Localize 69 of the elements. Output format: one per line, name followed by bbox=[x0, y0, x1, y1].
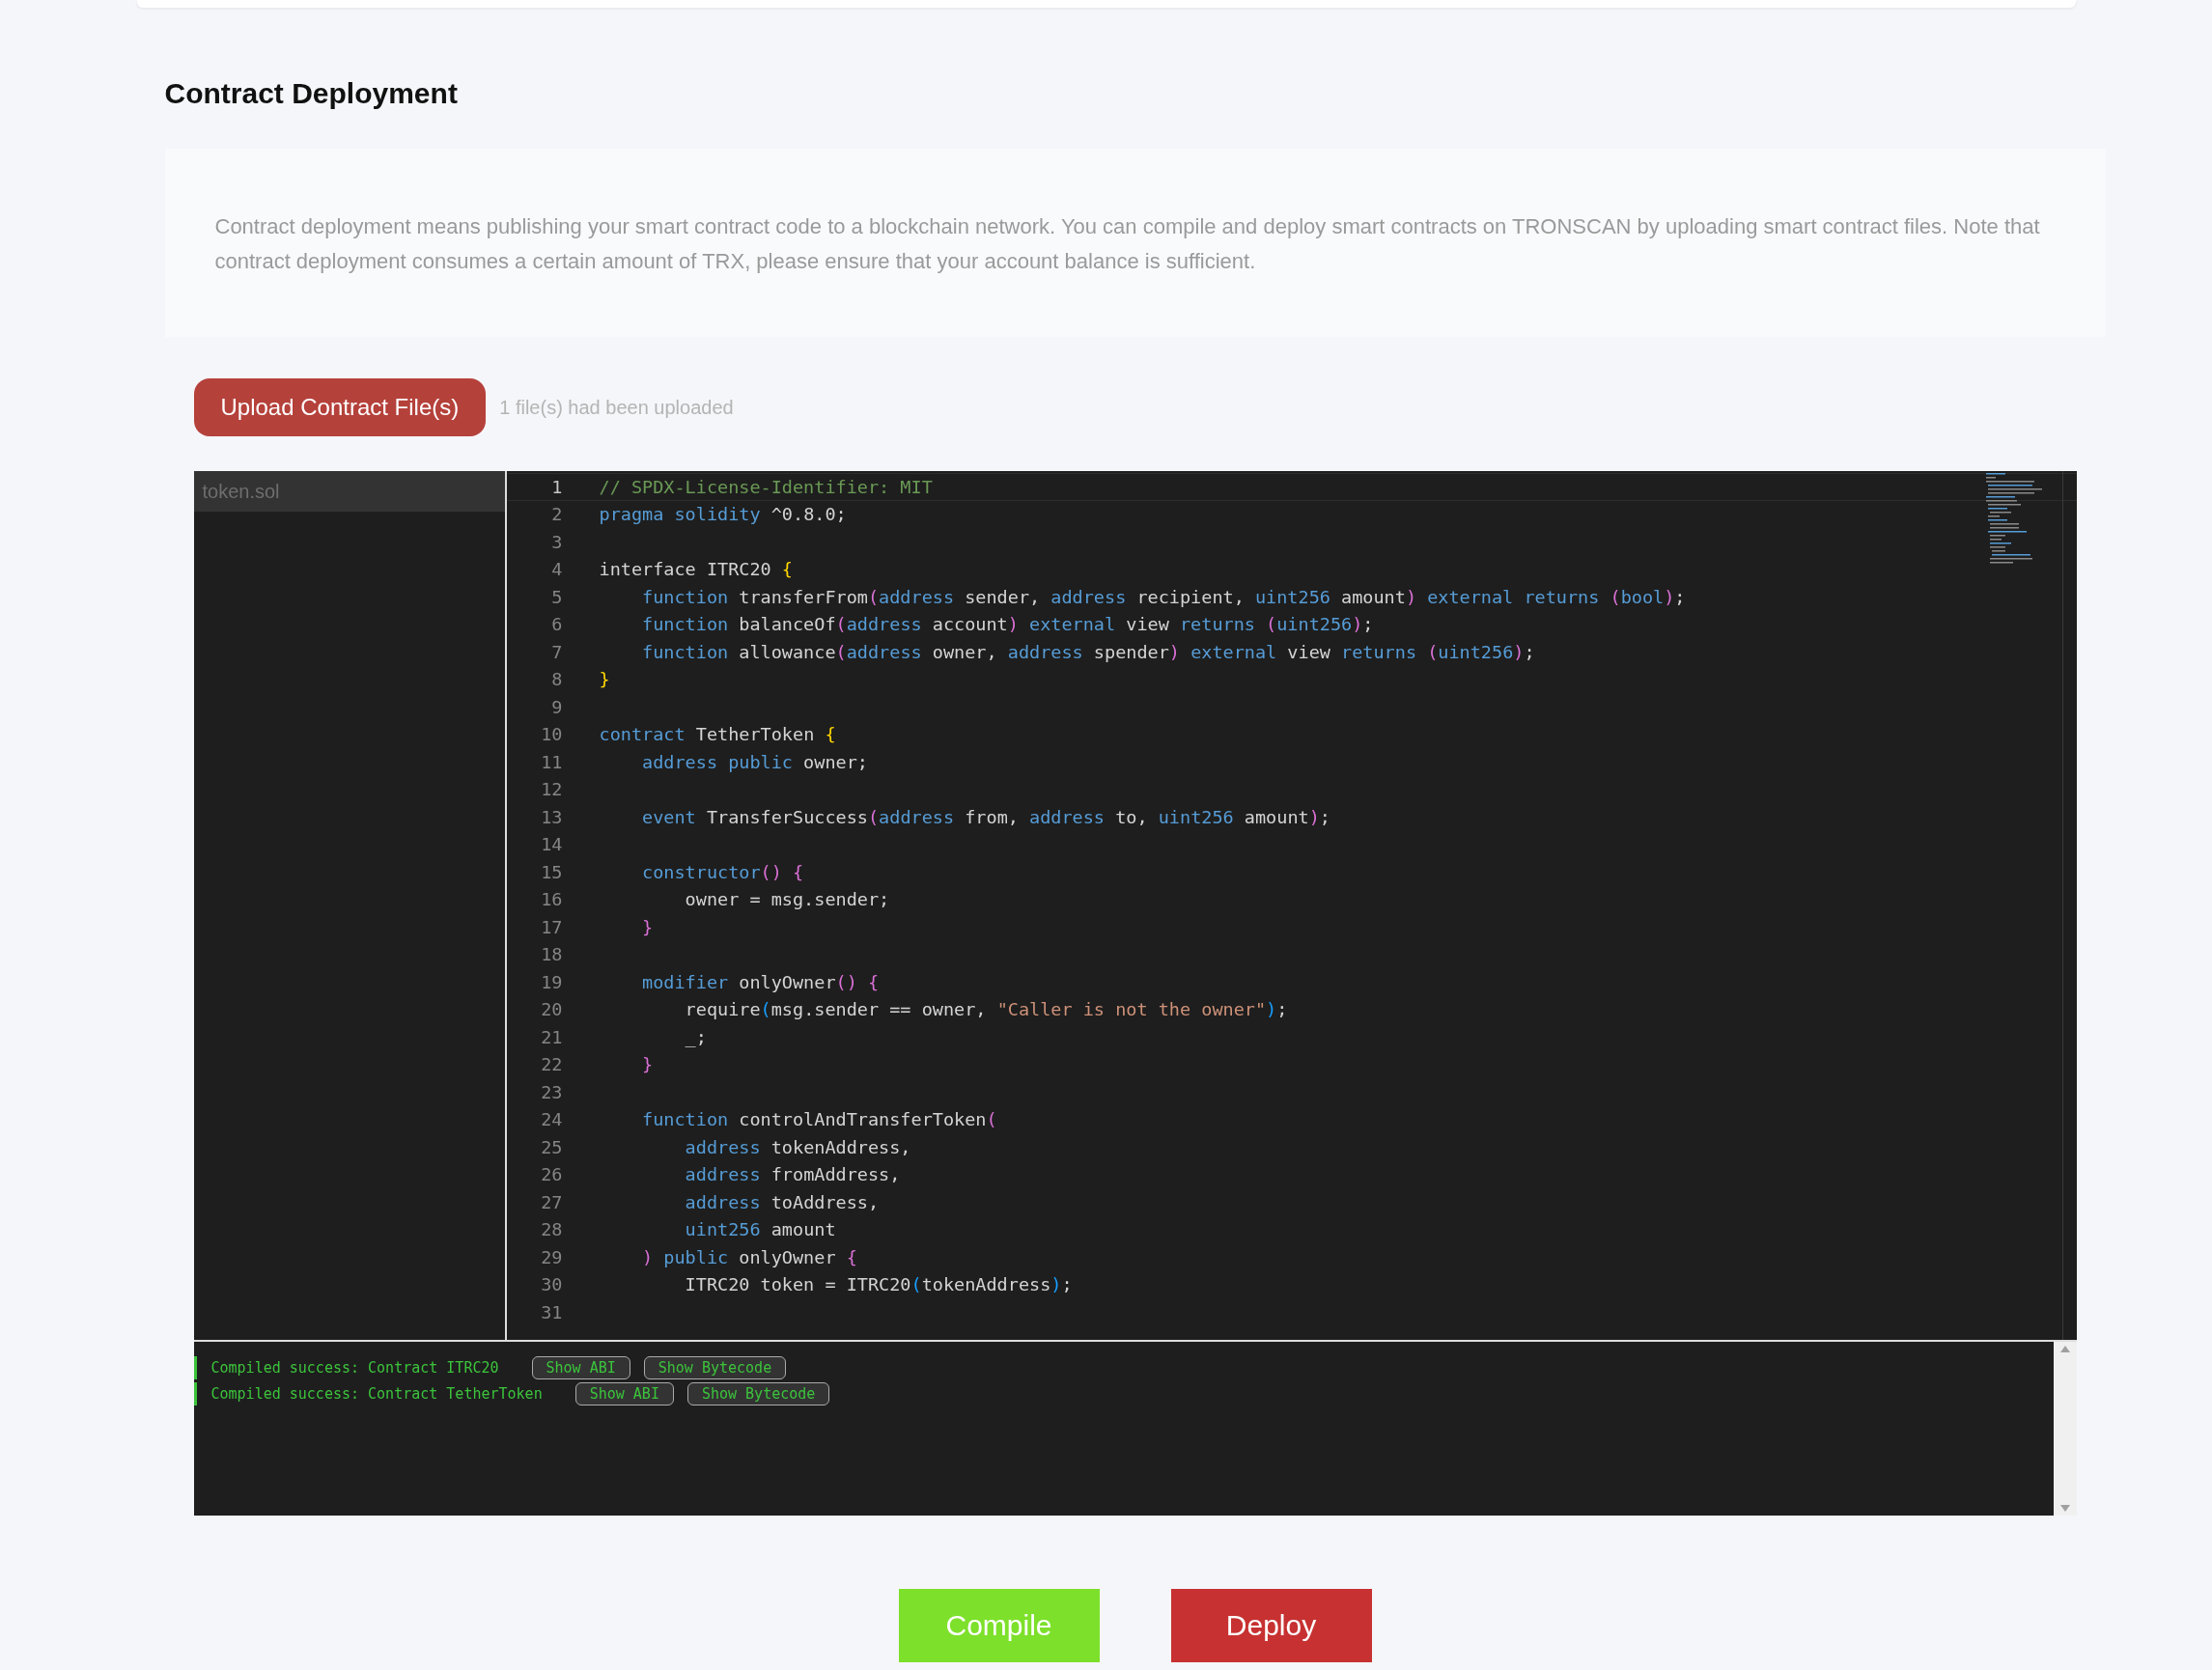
line-number: 26 bbox=[540, 1164, 563, 1185]
code-line: } bbox=[641, 916, 654, 937]
code-line: contract TetherToken { bbox=[599, 724, 836, 745]
line-number: 27 bbox=[540, 1191, 563, 1212]
scrollbar[interactable] bbox=[2053, 1342, 2077, 1516]
line-number: 16 bbox=[540, 889, 563, 910]
code-line: _; bbox=[684, 1026, 707, 1047]
code-line: event TransferSuccess(address from, address to, uint256 amount); bbox=[641, 806, 1330, 827]
code-line: function balanceOf(address account) external view returns (uint256); bbox=[641, 614, 1374, 635]
console-message: Compiled success: Contract TetherToken bbox=[210, 1385, 543, 1403]
line-number: 25 bbox=[540, 1136, 563, 1157]
code-line: address toAddress, bbox=[684, 1191, 880, 1212]
line-number: 31 bbox=[540, 1301, 563, 1322]
code-line: ITRC20 token = ITRC20(tokenAddress); bbox=[684, 1274, 1073, 1295]
line-number: 10 bbox=[540, 724, 563, 745]
console-button[interactable]: Show ABI bbox=[574, 1382, 674, 1406]
console-button[interactable]: Show Bytecode bbox=[643, 1356, 787, 1379]
code-line: ) public onlyOwner { bbox=[641, 1246, 857, 1267]
code-line: owner = msg.sender; bbox=[684, 889, 890, 910]
upload-button[interactable]: Upload Contract File(s) bbox=[193, 378, 487, 436]
section-title: Contract Deployment bbox=[164, 77, 459, 110]
code-line: // SPDX-License-Identifier: MIT bbox=[599, 476, 933, 497]
console-button[interactable]: Show ABI bbox=[531, 1356, 630, 1379]
code-line: modifier onlyOwner() { bbox=[641, 971, 880, 992]
line-number: 19 bbox=[540, 971, 563, 992]
code-line: uint256 amount bbox=[684, 1219, 836, 1240]
code-line: function allowance(address owner, address spender) external view returns (uint256); bbox=[641, 641, 1535, 662]
line-number: 20 bbox=[540, 999, 563, 1020]
code-line: address public owner; bbox=[641, 751, 868, 772]
code-line: constructor() { bbox=[641, 861, 804, 882]
line-number: 1 bbox=[550, 476, 563, 497]
line-number: 9 bbox=[550, 696, 563, 717]
console-button[interactable]: Show Bytecode bbox=[686, 1382, 830, 1406]
description-text: Contract deployment means publishing your smart contract code to a blockchain network. You can compile and deploy smart contracts on TRONSCAN by uploading smart contract files. Note that contract deployment consumes a certain amount of TRX, please ensure that your account balance is sufficient. bbox=[164, 149, 2106, 337]
code-line: function controlAndTransferToken( bbox=[641, 1109, 997, 1130]
line-number: 12 bbox=[540, 779, 563, 800]
line-number: 15 bbox=[540, 861, 563, 882]
line-number: 17 bbox=[540, 916, 563, 937]
code-line: require(msg.sender == owner, "Caller is not the owner"); bbox=[684, 999, 1288, 1020]
code-line: } bbox=[599, 669, 610, 690]
code-line: address fromAddress, bbox=[684, 1164, 901, 1185]
line-number: 6 bbox=[550, 614, 563, 635]
line-number: 23 bbox=[540, 1081, 563, 1102]
deploy-button[interactable]: Deploy bbox=[1170, 1589, 1372, 1662]
line-number: 24 bbox=[540, 1109, 563, 1130]
line-number: 13 bbox=[540, 806, 563, 827]
code-line: function transferFrom(address sender, address recipient, uint256 amount) external returns (bool); bbox=[641, 586, 1686, 607]
line-number: 22 bbox=[540, 1054, 563, 1075]
upload-status: 1 file(s) had been uploaded bbox=[499, 396, 734, 419]
code-line: interface ITRC20 { bbox=[599, 559, 793, 580]
line-number: 28 bbox=[540, 1219, 563, 1240]
line-number: 21 bbox=[540, 1026, 563, 1047]
line-number: 3 bbox=[550, 531, 563, 552]
line-number: 29 bbox=[540, 1246, 563, 1267]
code-line: pragma solidity ^0.8.0; bbox=[599, 504, 847, 525]
line-number: 18 bbox=[540, 944, 563, 965]
line-number: 2 bbox=[550, 504, 563, 525]
line-number: 5 bbox=[550, 586, 563, 607]
code-line: address tokenAddress, bbox=[684, 1136, 911, 1157]
scroll-up-icon[interactable] bbox=[2059, 1346, 2070, 1352]
line-number: 11 bbox=[540, 751, 563, 772]
console-message: Compiled success: Contract ITRC20 bbox=[210, 1359, 499, 1377]
line-number: 4 bbox=[550, 559, 563, 580]
scroll-down-icon[interactable] bbox=[2059, 1505, 2070, 1512]
line-number: 14 bbox=[540, 834, 563, 855]
line-number: 30 bbox=[540, 1274, 563, 1295]
code-line: } bbox=[641, 1054, 654, 1075]
line-number: 8 bbox=[550, 669, 563, 690]
line-number: 7 bbox=[550, 641, 563, 662]
